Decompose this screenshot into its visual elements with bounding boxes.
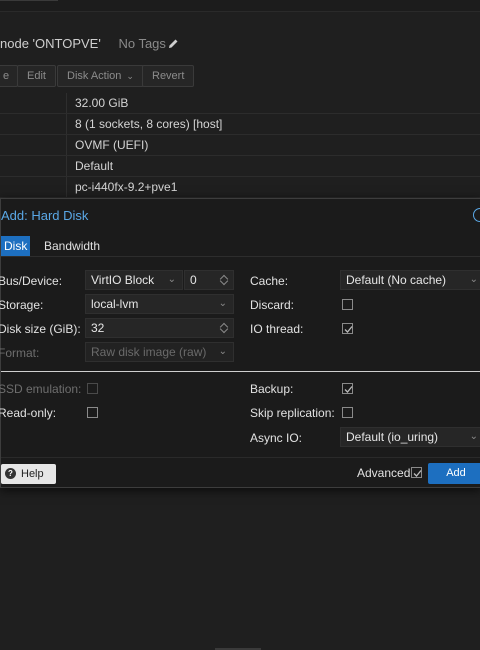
tab-bandwidth[interactable]: Bandwidth [44, 239, 100, 253]
list-item[interactable]: Default [0, 156, 480, 177]
backup-checkbox[interactable] [342, 383, 353, 394]
hardware-value: OVMF (UEFI) [75, 138, 149, 152]
tab-divider [1, 256, 480, 257]
format-label: Format: [0, 346, 40, 360]
storage-label: Storage: [0, 298, 44, 312]
discard-checkbox[interactable] [342, 299, 353, 310]
add-button[interactable]: Add [428, 463, 480, 484]
async-io-select[interactable]: Default (io_uring) ⌄ [340, 427, 480, 447]
chevron-down-icon: ⌄ [469, 431, 478, 442]
hardware-value: 32.00 GiB [75, 96, 129, 110]
format-value: Raw disk image (raw) [91, 345, 207, 359]
help-label: Help [21, 468, 44, 480]
device-index-stepper[interactable]: 0 [184, 270, 234, 290]
tags-editor[interactable]: No Tags [118, 36, 178, 51]
list-item[interactable]: pc-i440fx-9.2+pve1 [0, 177, 480, 198]
top-bar [0, 0, 480, 12]
page-title: node 'ONTOPVE' No Tags [0, 36, 179, 56]
node-title: node 'ONTOPVE' [0, 36, 101, 51]
hardware-value: 8 (1 sockets, 8 cores) [host] [75, 117, 223, 131]
edit-button[interactable]: Edit [17, 65, 56, 87]
toolbar-label: Revert [152, 70, 185, 82]
toolbar-button-partial[interactable]: e [0, 65, 19, 87]
skip-replication-label: Skip replication: [250, 406, 335, 420]
cache-select[interactable]: Default (No cache) ⌄ [340, 270, 480, 290]
io-thread-checkbox[interactable] [342, 323, 353, 334]
disk-action-button[interactable]: Disk Action ⌄ [57, 65, 144, 87]
disk-size-value: 32 [91, 321, 105, 335]
chevron-down-icon: ⌄ [218, 298, 227, 309]
device-index-value: 0 [190, 273, 197, 287]
tags-label: No Tags [118, 36, 166, 51]
revert-button[interactable]: Revert [142, 65, 195, 87]
advanced-checkbox[interactable] [411, 467, 422, 478]
advanced-label: Advanced [357, 466, 411, 480]
async-io-label: Async IO: [250, 431, 303, 445]
chevron-down-icon: ⌄ [218, 346, 227, 357]
cache-label: Cache: [250, 274, 289, 288]
footer-divider [1, 457, 480, 458]
storage-select[interactable]: local-lvm ⌄ [85, 294, 234, 314]
chevron-down-icon: ⌄ [469, 274, 478, 285]
toolbar-label: Edit [27, 70, 46, 82]
ssd-emulation-label: SSD emulation: [0, 382, 82, 396]
io-thread-label: IO thread: [250, 322, 304, 336]
bus-select[interactable]: VirtIO Block ⌄ [85, 270, 183, 290]
pencil-icon[interactable] [168, 37, 179, 52]
tab-disk[interactable]: Disk [1, 236, 30, 256]
list-item[interactable]: OVMF (UEFI) [0, 135, 480, 156]
dialog-title: Add: Hard Disk [1, 208, 89, 223]
ssd-emulation-checkbox [87, 383, 98, 394]
list-item[interactable]: 32.00 GiB [0, 93, 480, 114]
chevron-down-icon: ⌄ [126, 71, 134, 81]
skip-replication-checkbox[interactable] [342, 407, 353, 418]
list-item[interactable]: 8 (1 sockets, 8 cores) [host] [0, 114, 480, 135]
hardware-value: Default [75, 159, 114, 173]
bus-value: VirtIO Block [91, 273, 155, 287]
format-select: Raw disk image (raw) ⌄ [85, 342, 234, 362]
disk-size-stepper[interactable]: 32 [85, 318, 234, 338]
question-icon: ? [5, 468, 16, 479]
cache-value: Default (No cache) [346, 273, 447, 287]
toolbar-label: Disk Action [67, 70, 122, 82]
chevron-down-icon: ⌄ [167, 274, 176, 285]
disk-size-label: Disk size (GiB): [0, 322, 81, 336]
storage-value: local-lvm [91, 297, 139, 311]
help-circle-icon[interactable] [473, 208, 480, 222]
spinner-icon[interactable] [220, 321, 228, 335]
backup-label: Backup: [250, 382, 294, 396]
bus-device-label: Bus/Device: [0, 274, 63, 288]
read-only-checkbox[interactable] [87, 407, 98, 418]
hardware-value: pc-i440fx-9.2+pve1 [75, 180, 178, 194]
hardware-list: 32.00 GiB 8 (1 sockets, 8 cores) [host] … [0, 93, 480, 198]
spinner-icon[interactable] [220, 273, 228, 287]
async-io-value: Default (io_uring) [346, 430, 439, 444]
discard-label: Discard: [250, 298, 295, 312]
toolbar-label: e [3, 70, 10, 82]
advanced-separator [1, 371, 480, 372]
hardware-toolbar: e Edit Disk Action ⌄ Revert [0, 64, 480, 90]
read-only-label: Read-only: [0, 406, 57, 420]
help-button[interactable]: ? Help [1, 464, 56, 484]
top-tab-edge [0, 0, 58, 3]
add-hard-disk-dialog: Add: Hard Disk Disk Bandwidth Bus/Device… [0, 198, 480, 488]
